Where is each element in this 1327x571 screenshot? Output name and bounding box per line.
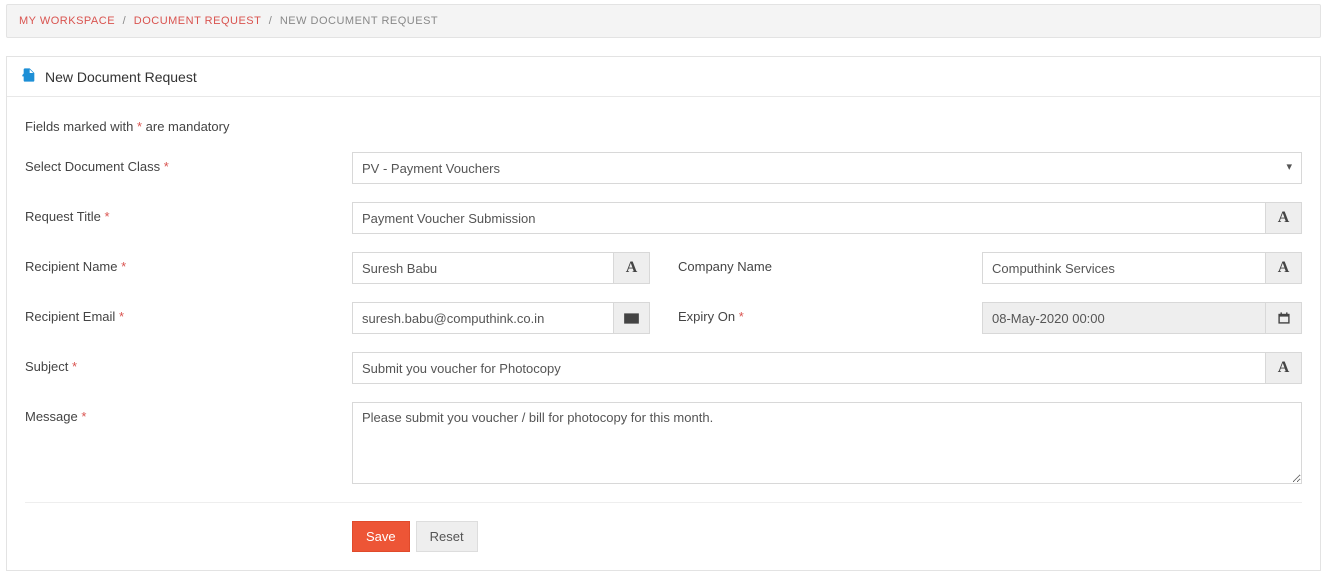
asterisk-icon: * — [81, 409, 86, 424]
note-suffix: are mandatory — [142, 119, 229, 134]
font-icon[interactable]: A — [1266, 252, 1302, 284]
asterisk-icon: * — [72, 359, 77, 374]
label-recipient-email: Recipient Email * — [25, 302, 352, 324]
font-icon[interactable]: A — [1266, 202, 1302, 234]
document-icon — [21, 67, 37, 86]
font-icon[interactable]: A — [1266, 352, 1302, 384]
label-subject: Subject * — [25, 352, 352, 374]
label-request-title: Request Title * — [25, 202, 352, 224]
save-button[interactable]: Save — [352, 521, 410, 552]
asterisk-icon: * — [119, 309, 124, 324]
message-textarea[interactable] — [352, 402, 1302, 484]
font-icon[interactable]: A — [614, 252, 650, 284]
breadcrumb-current: NEW DOCUMENT REQUEST — [280, 15, 438, 27]
label-company-name: Company Name — [650, 252, 982, 284]
panel-new-document-request: New Document Request Fields marked with … — [6, 56, 1321, 571]
breadcrumb-link-document-request[interactable]: DOCUMENT REQUEST — [134, 15, 261, 27]
row-subject: Subject * A — [25, 352, 1302, 384]
panel-header: New Document Request — [7, 57, 1320, 97]
row-recipient-name: Recipient Name * A Company Name — [25, 252, 1302, 284]
breadcrumb-sep: / — [265, 15, 277, 27]
asterisk-icon: * — [105, 209, 110, 224]
label-recipient-name: Recipient Name * — [25, 252, 352, 274]
panel-body: Fields marked with * are mandatory Selec… — [7, 97, 1320, 570]
panel-title: New Document Request — [45, 69, 197, 85]
divider — [25, 502, 1302, 503]
row-request-title: Request Title * A — [25, 202, 1302, 234]
label-message: Message * — [25, 402, 352, 424]
row-recipient-email: Recipient Email * Expiry On * — [25, 302, 1302, 334]
envelope-icon[interactable] — [614, 302, 650, 334]
subject-input[interactable] — [352, 352, 1266, 384]
row-message: Message * — [25, 402, 1302, 484]
request-title-input[interactable] — [352, 202, 1266, 234]
company-name-input[interactable] — [982, 252, 1266, 284]
row-document-class: Select Document Class * PV - Payment Vou… — [25, 152, 1302, 184]
reset-button[interactable]: Reset — [416, 521, 478, 552]
calendar-icon[interactable] — [1266, 302, 1302, 334]
button-row: Save Reset — [25, 521, 1302, 552]
document-class-select[interactable]: PV - Payment Vouchers — [352, 152, 1302, 184]
recipient-name-input[interactable] — [352, 252, 614, 284]
label-expiry-on: Expiry On * — [650, 302, 982, 334]
label-document-class: Select Document Class * — [25, 152, 352, 174]
expiry-on-input[interactable] — [982, 302, 1266, 334]
breadcrumb: MY WORKSPACE / DOCUMENT REQUEST / NEW DO… — [6, 4, 1321, 38]
breadcrumb-link-workspace[interactable]: MY WORKSPACE — [19, 15, 115, 27]
asterisk-icon: * — [121, 259, 126, 274]
note-prefix: Fields marked with — [25, 119, 137, 134]
mandatory-note: Fields marked with * are mandatory — [25, 119, 1302, 134]
breadcrumb-sep: / — [119, 15, 131, 27]
asterisk-icon: * — [164, 159, 169, 174]
asterisk-icon: * — [739, 309, 744, 324]
recipient-email-input[interactable] — [352, 302, 614, 334]
